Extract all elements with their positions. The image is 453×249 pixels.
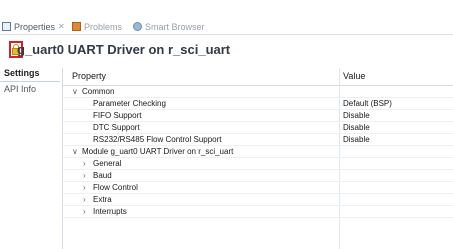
chevron-right-icon[interactable]: ›: [83, 206, 93, 217]
chevron-right-icon[interactable]: ›: [83, 170, 93, 181]
table-row[interactable]: › Interrupts: [63, 206, 453, 218]
table-row[interactable]: › Flow Control: [63, 182, 453, 194]
property-value[interactable]: Disable: [343, 122, 370, 133]
side-tab-settings[interactable]: Settings: [0, 66, 60, 82]
property-name-text: RS232/RS485 Flow Control Support: [93, 135, 222, 144]
property-name-text: Common: [82, 87, 115, 96]
property-name: FIFO Support: [93, 110, 141, 121]
property-name: › Baud: [83, 170, 112, 181]
chevron-right-icon[interactable]: ›: [83, 158, 93, 169]
table-row[interactable]: › Baud: [63, 170, 453, 182]
property-name: › Interrupts: [83, 206, 127, 217]
column-header-property[interactable]: Property: [72, 71, 106, 81]
property-value[interactable]: Default (BSP): [343, 98, 392, 109]
table-row[interactable]: DTC Support Disable: [63, 122, 453, 134]
property-name: ∨ Module g_uart0 UART Driver on r_sci_uar…: [72, 146, 233, 157]
property-value[interactable]: Disable: [343, 110, 370, 121]
table-row[interactable]: FIFO Support Disable: [63, 110, 453, 122]
properties-icon: [2, 22, 11, 31]
chevron-right-icon[interactable]: ›: [83, 194, 93, 205]
properties-header: g_uart0 UART Driver on r_sci_uart: [0, 35, 453, 63]
close-icon[interactable]: ✕: [58, 22, 65, 31]
table-row[interactable]: Parameter Checking Default (BSP): [63, 98, 453, 110]
side-tab-api-info[interactable]: API Info: [0, 82, 60, 97]
chevron-right-icon[interactable]: ›: [83, 182, 93, 193]
property-rows: ∨ Common Parameter Checking Default (BSP) FI…: [63, 86, 453, 218]
property-name-text: FIFO Support: [93, 111, 142, 120]
table-row[interactable]: RS232/RS485 Flow Control Support Disable: [63, 134, 453, 146]
property-name-text: DTC Support: [93, 123, 140, 132]
table-row[interactable]: ∨ Module g_uart0 UART Driver on r_sci_uar…: [63, 146, 453, 158]
page-title: g_uart0 UART Driver on r_sci_uart: [17, 42, 231, 57]
tab-properties[interactable]: Properties ✕: [2, 20, 65, 33]
property-name: › Extra: [83, 194, 112, 205]
property-name-text: Extra: [93, 195, 112, 204]
grid-header: Property Value: [63, 68, 453, 86]
property-grid: Property Value ∨ Common Parameter Checking…: [62, 68, 453, 249]
property-name: › General: [83, 158, 121, 169]
table-row[interactable]: ∨ Common: [63, 86, 453, 98]
property-name: ∨ Common: [72, 86, 114, 97]
chevron-down-icon[interactable]: ∨: [72, 86, 82, 97]
property-value[interactable]: Disable: [343, 134, 370, 145]
table-row[interactable]: › Extra: [63, 194, 453, 206]
property-name: Parameter Checking: [93, 98, 166, 109]
property-name-text: Parameter Checking: [93, 99, 166, 108]
tab-smart-browser-label: Smart Browser: [145, 21, 205, 32]
table-row[interactable]: › General: [63, 158, 453, 170]
property-name: DTC Support: [93, 122, 140, 133]
property-name-text: Flow Control: [93, 183, 138, 192]
property-name: › Flow Control: [83, 182, 138, 193]
tab-properties-label: Properties: [14, 21, 56, 32]
property-name-text: Baud: [93, 171, 112, 180]
side-tab-list: Settings API Info: [0, 66, 60, 97]
property-name-text: Interrupts: [93, 207, 127, 216]
property-name-text: Module g_uart0 UART Driver on r_sci_uart: [82, 147, 234, 156]
chevron-down-icon[interactable]: ∨: [72, 146, 82, 157]
property-name: RS232/RS485 Flow Control Support: [93, 134, 222, 145]
problems-icon: [72, 22, 81, 31]
column-header-value[interactable]: Value: [343, 71, 365, 81]
smart-browser-icon: [133, 22, 142, 31]
view-tab-bar: Properties ✕ Problems Smart Browser: [0, 0, 453, 35]
tab-problems[interactable]: Problems: [72, 20, 122, 33]
tab-smart-browser[interactable]: Smart Browser: [133, 20, 205, 33]
property-name-text: General: [93, 159, 122, 168]
tab-problems-label: Problems: [84, 21, 123, 32]
